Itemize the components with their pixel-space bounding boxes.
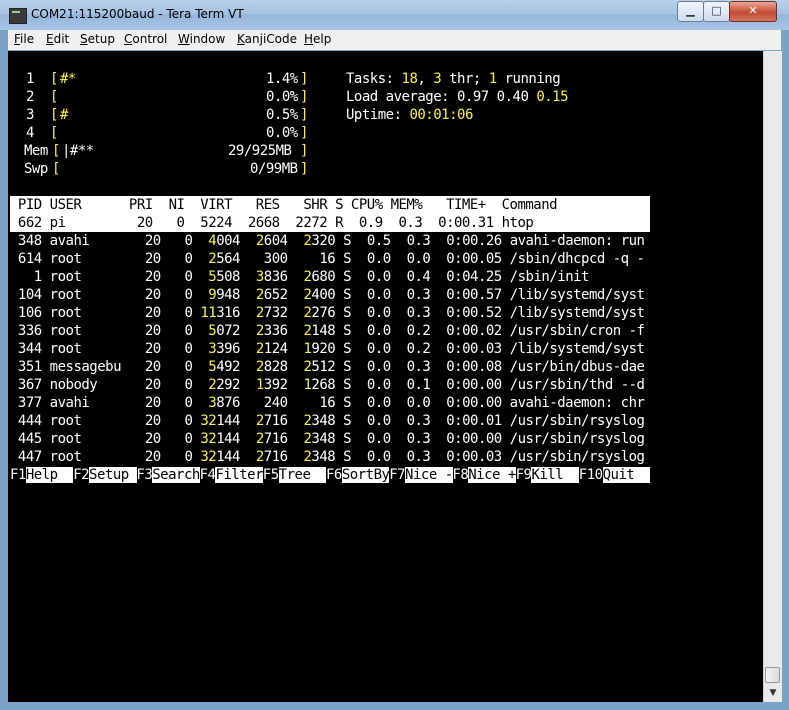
- menu-edit[interactable]: Edit: [46, 32, 69, 46]
- menu-kanjicode[interactable]: KanjiCode: [237, 32, 297, 46]
- cpu2-pct: 0.0%: [266, 89, 298, 105]
- table-row[interactable]: 104 root 20 0 9948 2652 2400 S 0.0 0.3 0…: [10, 286, 645, 304]
- cpu4-pct: 0.0%: [266, 125, 298, 141]
- window-title: COM21:115200baud - Tera Term VT: [31, 7, 244, 21]
- table-row[interactable]: 1 root 20 0 5508 3836 2680 S 0.0 0.4 0:0…: [10, 268, 590, 286]
- close-button[interactable]: ✕: [729, 1, 777, 22]
- fkey-f9[interactable]: F9Kill: [516, 466, 580, 484]
- fkey-f8[interactable]: F8Nice +: [452, 466, 516, 484]
- cpu1-num: 1: [26, 71, 34, 87]
- menu-window[interactable]: Window: [178, 32, 225, 46]
- menu-bar: File Edit Setup Control Window KanjiCode…: [8, 30, 781, 50]
- process-table-header: PID USER PRI NI VIRT RES SHR S CPU% MEM%…: [10, 197, 558, 213]
- table-row[interactable]: 351 messagebu 20 0 5492 2828 2512 S 0.0 …: [10, 358, 645, 376]
- fkey-f2[interactable]: F2Setup: [73, 466, 137, 484]
- load-average-line: Load average: 0.97 0.40 0.15: [346, 89, 569, 105]
- cpu4-num: 4: [26, 125, 34, 141]
- minimize-button[interactable]: ▁: [677, 1, 704, 22]
- mem-label: Mem: [24, 143, 48, 159]
- mem-value: 29/925MB: [228, 143, 292, 159]
- fkey-f3[interactable]: F3Search: [136, 466, 200, 484]
- cpu3-num: 3: [26, 107, 34, 123]
- menu-control[interactable]: Control: [124, 32, 167, 46]
- fkey-f1[interactable]: F1Help: [10, 466, 74, 484]
- table-row[interactable]: 344 root 20 0 3396 2124 1920 S 0.0 0.2 0…: [10, 340, 645, 358]
- table-row[interactable]: 348 avahi 20 0 4004 2604 2320 S 0.5 0.3 …: [10, 232, 645, 250]
- cpu1-pct: 1.4%: [266, 71, 298, 87]
- swp-value: 0/99MB: [250, 161, 298, 177]
- selected-process-row[interactable]: 662 pi 20 0 5224 2668 2272 R 0.9 0.3 0:0…: [10, 214, 534, 232]
- fkey-f7[interactable]: F7Nice -: [389, 466, 453, 484]
- table-row[interactable]: 106 root 20 0 11316 2732 2276 S 0.0 0.3 …: [10, 304, 645, 322]
- teraterm-app-icon[interactable]: [9, 8, 27, 24]
- title-bar[interactable]: COM21:115200baud - Tera Term VT ▁ □ ✕: [0, 0, 789, 30]
- maximize-button[interactable]: □: [703, 1, 730, 22]
- table-row[interactable]: 336 root 20 0 5072 2336 2148 S 0.0 0.2 0…: [10, 322, 645, 340]
- cpu3-bar: #: [60, 107, 68, 123]
- fkey-f5[interactable]: F5Tree: [263, 466, 327, 484]
- swp-label: Swp: [24, 161, 48, 177]
- table-row[interactable]: 444 root 20 0 32144 2716 2348 S 0.0 0.3 …: [10, 412, 645, 430]
- cpu3-pct: 0.5%: [266, 107, 298, 123]
- table-row[interactable]: 614 root 20 0 2564 300 16 S 0.0 0.0 0:00…: [10, 250, 645, 268]
- scroll-down-arrow-icon[interactable]: ▼: [765, 685, 781, 701]
- menu-setup[interactable]: Setup: [80, 32, 115, 46]
- menu-help[interactable]: Help: [304, 32, 331, 46]
- terminal-screen[interactable]: 1 [ #* 1.4% ] 2 [ 0.0% ] 3 [ # 0.5% ] 4 …: [8, 51, 763, 702]
- scrollbar-thumb[interactable]: [765, 667, 780, 683]
- table-row[interactable]: 447 root 20 0 32144 2716 2348 S 0.0 0.3 …: [10, 448, 645, 466]
- table-row[interactable]: 367 nobody 20 0 2292 1392 1268 S 0.0 0.1…: [10, 376, 645, 394]
- fkey-f10[interactable]: F10Quit: [579, 466, 651, 484]
- table-row[interactable]: 445 root 20 0 32144 2716 2348 S 0.0 0.3 …: [10, 430, 645, 448]
- menu-file[interactable]: File: [14, 32, 34, 46]
- table-row[interactable]: 377 avahi 20 0 3876 240 16 S 0.0 0.0 0:0…: [10, 394, 645, 412]
- fkey-f4[interactable]: F4Filter: [200, 466, 264, 484]
- fkey-f6[interactable]: F6SortBy: [326, 466, 390, 484]
- uptime-line: Uptime: 00:01:06: [346, 107, 473, 123]
- mem-bar: |#**: [62, 143, 94, 159]
- cpu2-num: 2: [26, 89, 34, 105]
- cpu1-bar: #*: [60, 71, 76, 87]
- tasks-line: Tasks: 18, 3 thr; 1 running: [346, 71, 561, 87]
- vertical-scrollbar[interactable]: ▼: [763, 51, 782, 702]
